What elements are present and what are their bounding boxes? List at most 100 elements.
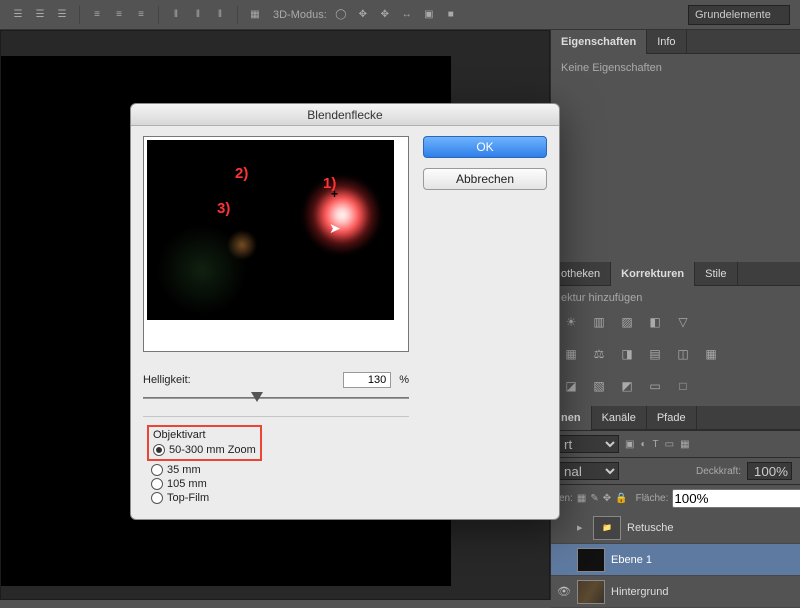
blend-mode-select[interactable]: nal [559,462,619,480]
3d-grid-icon[interactable]: ▦ [247,7,263,23]
adjustments-row2: ▦ ⚖ ◨ ▤ ◫ ▦ [551,338,800,370]
posterize-icon[interactable]: ▧ [589,376,609,396]
adjustments-body: ektur hinzufügen [551,286,800,306]
camera-icon[interactable]: ■ [443,7,459,23]
radio-label: Top-Film [167,492,209,504]
layers-panel-header: nen Kanäle Pfade [551,406,800,430]
tab-paths[interactable]: Pfade [647,406,697,430]
options-bar: ☰ ☰ ☰ ≡ ≡ ≡ ‖ ‖ ‖ ▦ 3D-Modus: ◯ ✥ ✥ ↔ ▣ … [0,0,800,30]
curves-icon[interactable]: ▨ [617,312,637,332]
align-center-icon[interactable]: ☰ [32,7,48,23]
cursor-icon: ➤ [329,220,341,237]
visibility-icon[interactable]: 👁 [557,585,571,599]
lock-all-icon[interactable]: 🔒 [615,493,627,504]
distribute-top-icon[interactable]: ≡ [89,7,105,23]
photo-filter-icon[interactable]: ▤ [645,344,665,364]
lock-position-icon[interactable]: ✥ [603,493,611,504]
slide-icon[interactable]: ↔ [399,7,415,23]
cancel-button[interactable]: Abbrechen [423,168,547,190]
layer-filter-select[interactable]: rt [559,435,619,453]
distribute-bottom-icon[interactable]: ≡ [133,7,149,23]
tab-info[interactable]: Info [647,30,686,54]
percent-label: % [399,374,409,386]
invert-icon[interactable]: ◪ [561,376,581,396]
layer-row-background[interactable]: 👁 Hintergrund [551,576,800,608]
fill-input[interactable] [672,489,800,508]
levels-icon[interactable]: ▥ [589,312,609,332]
properties-body: Keine Eigenschaften [551,54,800,82]
radio-icon[interactable] [153,444,165,456]
vibrance-icon[interactable]: ▽ [673,312,693,332]
tab-libraries[interactable]: otheken [551,262,611,286]
mode-3d-label: 3D-Modus: [273,9,327,21]
radio-top-film[interactable]: Top-Film [151,491,409,505]
threshold-icon[interactable]: ◩ [617,376,637,396]
radio-105mm[interactable]: 105 mm [151,477,409,491]
tab-styles[interactable]: Stile [695,262,737,286]
layer-row-selected[interactable]: Ebene 1 [551,544,800,576]
selective-color-icon[interactable]: □ [673,376,693,396]
distribute-right-icon[interactable]: ‖ [212,7,228,23]
expand-arrow-icon[interactable]: ▸ [577,521,587,534]
radio-icon[interactable] [151,478,163,490]
filter-adjust-icon[interactable]: ◐ [640,439,646,450]
radio-icon[interactable] [151,492,163,504]
lock-transparency-icon[interactable]: ▦ [577,493,586,504]
dialog-title: Blendenflecke [131,104,559,126]
flare-center-marker[interactable]: + [331,187,338,201]
properties-panel-header: Eigenschaften Info [551,30,800,54]
separator [237,6,238,24]
brightness-icon[interactable]: ☀ [561,312,581,332]
add-adjustment-label: ektur hinzufügen [561,292,642,304]
tab-adjustments[interactable]: Korrekturen [611,262,695,286]
visibility-icon[interactable] [557,521,571,535]
preview-canvas[interactable]: 1) 2) 3) + ➤ [147,140,394,320]
lut-icon[interactable]: ▦ [701,344,721,364]
layer-filter-row: rt ▣ ◐ T ▭ ▦ [551,430,800,457]
flare-main [302,175,382,255]
no-properties-text: Keine Eigenschaften [561,62,662,74]
ok-button[interactable]: OK [423,136,547,158]
adjustments-panel-header: otheken Korrekturen Stile [551,262,800,286]
tab-channels[interactable]: Kanäle [592,406,647,430]
filter-smart-icon[interactable]: ▦ [680,439,689,450]
brightness-input[interactable] [343,372,391,388]
brightness-slider[interactable] [143,390,409,406]
filter-pixel-icon[interactable]: ▣ [625,439,634,450]
lock-image-icon[interactable]: ✎ [590,493,598,504]
visibility-icon[interactable] [557,553,571,567]
gradient-map-icon[interactable]: ▭ [645,376,665,396]
channel-mixer-icon[interactable]: ◫ [673,344,693,364]
opacity-input[interactable] [747,462,792,480]
opacity-label: Deckkraft: [696,466,741,477]
distribute-left-icon[interactable]: ‖ [168,7,184,23]
workspace-select[interactable]: Grundelemente [688,5,790,25]
adjustments-row3: ◪ ▧ ◩ ▭ □ [551,370,800,402]
balance-icon[interactable]: ⚖ [589,344,609,364]
roll-icon[interactable]: ✥ [355,7,371,23]
tab-properties[interactable]: Eigenschaften [551,30,647,54]
layer-label: Ebene 1 [611,554,652,566]
exposure-icon[interactable]: ◧ [645,312,665,332]
zoom-icon[interactable]: ▣ [421,7,437,23]
radio-icon[interactable] [151,464,163,476]
filter-shape-icon[interactable]: ▭ [665,439,674,450]
hue-icon[interactable]: ▦ [561,344,581,364]
orbit-icon[interactable]: ◯ [333,7,349,23]
radio-label: 50-300 mm Zoom [169,444,256,456]
slider-thumb[interactable] [251,392,263,402]
pan-icon[interactable]: ✥ [377,7,393,23]
layer-row-group[interactable]: ▸ 📁 Retusche [551,512,800,544]
lock-fill-row: en: ▦ ✎ ✥ 🔒 Fläche: [551,484,800,512]
filter-type-icon[interactable]: T [653,439,659,450]
align-left-icon[interactable]: ☰ [10,7,26,23]
preview-frame: 1) 2) 3) + ➤ [143,136,409,352]
radio-35mm[interactable]: 35 mm [151,463,409,477]
lens-flare-dialog: Blendenflecke 1) 2) 3) + ➤ [130,103,560,520]
distribute-vcenter-icon[interactable]: ≡ [111,7,127,23]
bw-icon[interactable]: ◨ [617,344,637,364]
radio-50-300-zoom[interactable]: 50-300 mm Zoom [153,443,256,457]
align-right-icon[interactable]: ☰ [54,7,70,23]
annotation-highlight: Objektivart 50-300 mm Zoom [147,425,262,461]
distribute-hcenter-icon[interactable]: ‖ [190,7,206,23]
